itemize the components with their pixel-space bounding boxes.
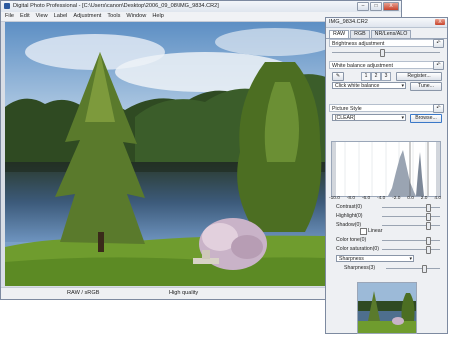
shadow-knob[interactable] bbox=[426, 222, 431, 230]
tick-label: 4.0 bbox=[434, 196, 441, 201]
chevron-down-icon: ▾ bbox=[401, 83, 404, 89]
sharpness-slider[interactable] bbox=[386, 268, 440, 269]
color-saturation-label: Color saturation(0) bbox=[336, 246, 379, 252]
wb-select[interactable]: Click white balance ▾ bbox=[332, 82, 406, 89]
tick-label: -6.0 bbox=[361, 196, 371, 201]
tab-rgb[interactable]: RGB bbox=[350, 30, 370, 38]
palette-title-bar[interactable]: IMG_9834.CR2 X bbox=[326, 18, 447, 28]
tick-label: -2.0 bbox=[392, 196, 401, 201]
close-button[interactable]: X bbox=[383, 2, 399, 11]
landscape-photo bbox=[5, 22, 326, 286]
tick-label: -4.0 bbox=[377, 196, 386, 201]
maximize-button[interactable]: □ bbox=[370, 2, 382, 11]
menu-adjustment[interactable]: Adjustment bbox=[73, 12, 101, 21]
sharpness-knob[interactable] bbox=[422, 265, 427, 273]
highlight-slider[interactable] bbox=[382, 216, 440, 217]
window-title: Digital Photo Professional - [C:\Users\c… bbox=[13, 3, 219, 9]
picture-style-header: Picture Style bbox=[329, 104, 444, 112]
highlight-label: Highlight(0) bbox=[336, 213, 363, 219]
wb-section-header: White balance adjustment bbox=[329, 61, 444, 69]
tick-label: 0.0 bbox=[407, 196, 414, 201]
highlight-knob[interactable] bbox=[426, 213, 431, 221]
tab-raw[interactable]: RAW bbox=[329, 30, 350, 38]
wb-select-value: Click white balance bbox=[335, 83, 380, 89]
wb-preset-1[interactable]: 1 bbox=[361, 72, 371, 81]
brightness-slider-knob[interactable] bbox=[380, 49, 385, 57]
color-tone-label: Color tone(0) bbox=[336, 237, 367, 243]
navigator-thumbnail[interactable] bbox=[357, 282, 417, 334]
shadow-slider[interactable] bbox=[382, 225, 440, 226]
linear-checkbox[interactable] bbox=[360, 228, 367, 235]
tick-label: -10.0 bbox=[329, 196, 340, 201]
color-tone-slider[interactable] bbox=[382, 240, 440, 241]
picture-style-reset-icon[interactable]: ↶ bbox=[433, 104, 444, 113]
picture-style-value: [CLEAR] bbox=[335, 115, 356, 121]
wb-preset-2[interactable]: 2 bbox=[371, 72, 381, 81]
tick-label: 2.0 bbox=[420, 196, 428, 201]
tab-nr-lens-alo[interactable]: NR/Lens/ALO bbox=[370, 30, 412, 38]
register-button[interactable]: Register... bbox=[396, 72, 442, 81]
palette-tabs: RAW RGB NR/Lens/ALO bbox=[326, 28, 447, 39]
shadow-label: Shadow(0) bbox=[336, 222, 362, 228]
eyedropper-icon[interactable]: ✎ bbox=[332, 72, 344, 81]
color-saturation-knob[interactable] bbox=[426, 246, 431, 254]
brightness-slider-track[interactable] bbox=[332, 52, 440, 53]
histogram-graph bbox=[332, 142, 440, 196]
menu-view[interactable]: View bbox=[36, 12, 48, 21]
contrast-slider[interactable] bbox=[382, 207, 440, 208]
contrast-knob[interactable] bbox=[426, 204, 431, 212]
tune-button[interactable]: Tune... bbox=[410, 82, 442, 91]
palette-close-button[interactable]: X bbox=[435, 19, 445, 25]
color-saturation-slider[interactable] bbox=[382, 249, 440, 250]
wb-preset-3[interactable]: 3 bbox=[381, 72, 391, 81]
image-preview[interactable] bbox=[5, 22, 326, 286]
linear-label: Linear bbox=[368, 228, 383, 234]
browse-button[interactable]: Browse... bbox=[410, 114, 442, 123]
wb-reset-icon[interactable]: ↶ bbox=[433, 61, 444, 70]
tool-palette: IMG_9834.CR2 X RAW RGB NR/Lens/ALO Brigh… bbox=[325, 17, 448, 334]
menu-tools[interactable]: Tools bbox=[107, 12, 120, 21]
brightness-reset-icon[interactable]: ↶ bbox=[433, 39, 444, 48]
tick-label: -8.0 bbox=[346, 196, 356, 201]
menu-file[interactable]: File bbox=[5, 12, 14, 21]
menu-help[interactable]: Help bbox=[152, 12, 164, 21]
thumbnail-photo bbox=[358, 283, 416, 333]
minimize-button[interactable]: – bbox=[357, 2, 369, 11]
picture-style-select[interactable]: [CLEAR] ▾ bbox=[332, 114, 406, 121]
sharpness-select[interactable]: Sharpness ▾ bbox=[336, 255, 414, 262]
palette-title: IMG_9834.CR2 bbox=[329, 19, 368, 25]
status-quality: High quality bbox=[169, 290, 199, 296]
menu-label[interactable]: Label bbox=[54, 12, 68, 21]
histogram-ticks: -10.0 -8.0 -6.0 -4.0 -2.0 0.0 2.0 4.0 bbox=[329, 196, 441, 201]
chevron-down-icon: ▾ bbox=[401, 115, 404, 121]
sharpness-select-value: Sharpness bbox=[339, 256, 364, 262]
menu-window[interactable]: Window bbox=[126, 12, 146, 21]
contrast-label: Contrast(0) bbox=[336, 204, 362, 210]
app-icon bbox=[4, 3, 10, 9]
tone-curve-histogram[interactable] bbox=[331, 141, 441, 197]
chevron-down-icon: ▾ bbox=[409, 256, 412, 262]
sharpness-label: Sharpness(3) bbox=[344, 265, 376, 271]
color-tone-knob[interactable] bbox=[426, 237, 431, 245]
status-color-space: RAW / sRGB bbox=[67, 290, 100, 296]
menu-edit[interactable]: Edit bbox=[20, 12, 30, 21]
brightness-section-header: Brightness adjustment bbox=[329, 39, 444, 47]
